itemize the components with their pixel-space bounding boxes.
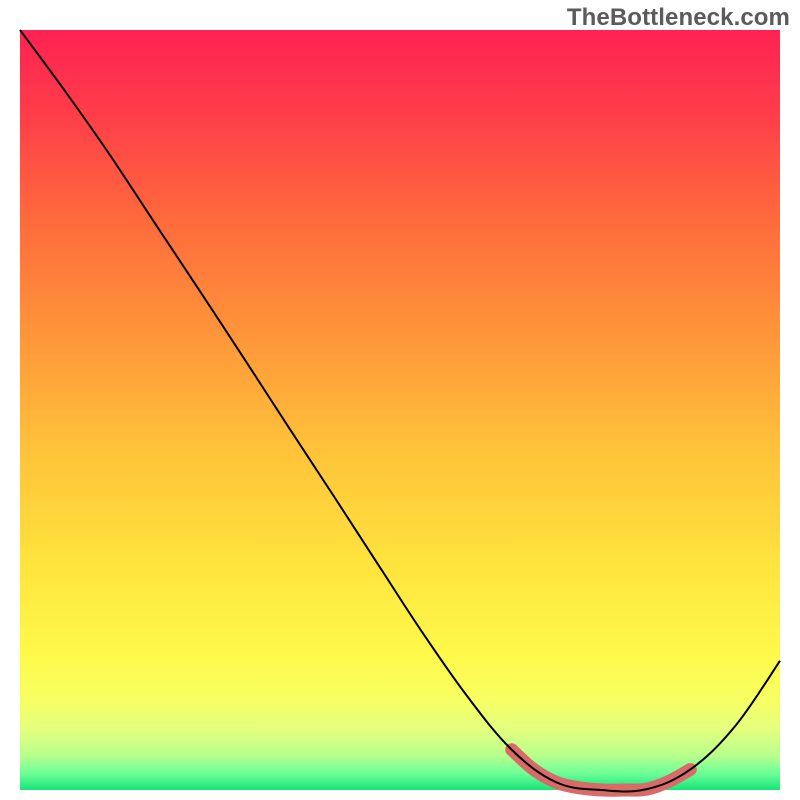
bottleneck-chart	[0, 0, 800, 800]
chart-stage: TheBottleneck.com	[0, 0, 800, 800]
watermark-text: TheBottleneck.com	[567, 4, 790, 32]
chart-background	[20, 30, 780, 790]
